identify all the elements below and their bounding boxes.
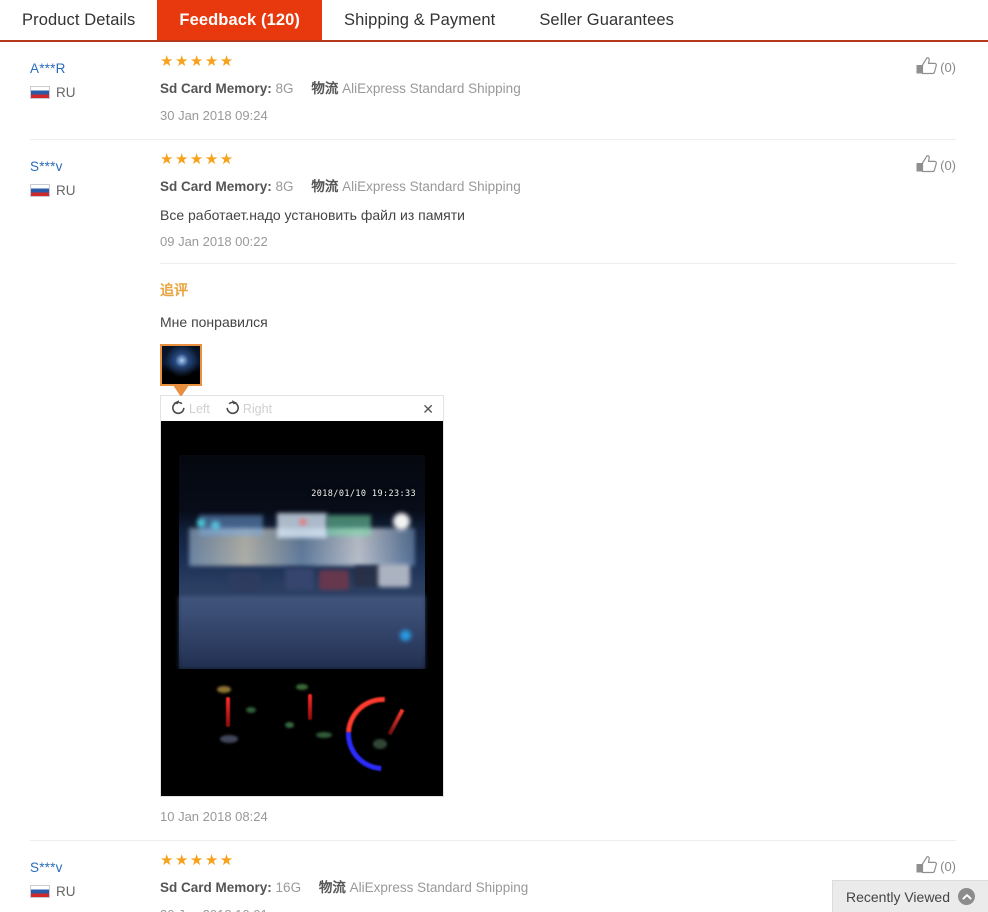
close-icon[interactable]: ✕: [422, 402, 434, 416]
reviewer-country: RU: [30, 85, 160, 100]
rotate-left-icon: [170, 399, 187, 419]
tab-shipping-payment[interactable]: Shipping & Payment: [322, 0, 517, 40]
tab-feedback[interactable]: Feedback (120): [157, 0, 323, 40]
additional-review: 追评 Мне понравился Left Right ✕ 2018/01/1…: [160, 263, 956, 824]
review-attributes: Sd Card Memory: 8G 物流 AliExpress Standar…: [160, 79, 956, 99]
helpful-button[interactable]: (0): [915, 154, 956, 177]
review-item: A***R RU ★★★★★ Sd Card Memory: 8G 物流 Ali…: [30, 42, 956, 140]
reviewer-info: A***R RU: [30, 54, 160, 139]
review-date: 09 Jan 2018 00:22: [160, 234, 268, 250]
car-dashboard-area: [161, 668, 443, 797]
review-item: S***v RU ★★★★★ Sd Card Memory: 8G 物流 Ali…: [30, 140, 956, 842]
helpful-button[interactable]: (0): [915, 56, 956, 79]
rating-stars: ★★★★★: [160, 53, 235, 70]
review-item: S***v RU ★★★★★ Sd Card Memory: 16G 物流 Al…: [30, 841, 956, 912]
logistics-label: 物流: [311, 81, 339, 96]
speedometer-glow: [331, 681, 436, 786]
reviewer-info: S***v RU: [30, 853, 160, 912]
additional-review-title: 追评: [160, 282, 188, 299]
reviewer-country: RU: [30, 183, 160, 198]
helpful-button[interactable]: (0): [915, 855, 956, 878]
feedback-list: A***R RU ★★★★★ Sd Card Memory: 8G 物流 Ali…: [0, 42, 988, 912]
country-code: RU: [56, 884, 76, 900]
reviewer-info: S***v RU: [30, 152, 160, 841]
logistics-value: AliExpress Standard Shipping: [342, 81, 521, 96]
country-code: RU: [56, 182, 76, 198]
reviewer-country: RU: [30, 884, 160, 899]
rating-stars: ★★★★★: [160, 852, 235, 870]
attribute-label: Sd Card Memory:: [160, 81, 272, 96]
reviewer-name-link[interactable]: S***v: [30, 159, 63, 174]
attribute-value: 8G: [275, 81, 294, 96]
attribute-label: Sd Card Memory:: [160, 880, 272, 896]
recently-viewed-label: Recently Viewed: [845, 888, 951, 905]
dashcam-photo-frame: 2018/01/10 19:23:33: [179, 454, 425, 669]
thumbs-up-icon: [915, 855, 939, 878]
thumbs-up-icon: [915, 154, 939, 177]
helpful-count: (0): [940, 157, 956, 173]
additional-review-date: 10 Jan 2018 08:24: [160, 809, 268, 825]
rotate-left-button[interactable]: Left: [170, 399, 210, 419]
review-attributes: Sd Card Memory: 8G 物流 AliExpress Standar…: [160, 177, 956, 197]
review-body: ★★★★★ Sd Card Memory: 8G 物流 AliExpress S…: [160, 152, 956, 841]
review-body: ★★★★★ Sd Card Memory: 8G 物流 AliExpress S…: [160, 54, 956, 139]
rating-stars: ★★★★★: [160, 150, 235, 168]
chevron-up-icon[interactable]: [958, 888, 976, 905]
ru-flag-icon: [30, 86, 50, 99]
rotate-right-icon: [224, 399, 241, 419]
tab-product-details[interactable]: Product Details: [0, 0, 157, 40]
image-viewer-toolbar: Left Right ✕: [161, 396, 443, 422]
thumbnail-image: [162, 346, 200, 385]
review-photo-thumbnail[interactable]: [160, 344, 202, 398]
attribute-label: Sd Card Memory:: [160, 178, 272, 194]
thumbs-up-icon: [915, 56, 939, 79]
logistics-value: AliExpress Standard Shipping: [349, 880, 529, 896]
review-date: 30 Jan 2018 09:24: [160, 107, 268, 123]
ru-flag-icon: [30, 183, 50, 197]
helpful-count: (0): [940, 859, 956, 875]
review-photo-large[interactable]: 2018/01/10 19:23:33: [161, 421, 443, 797]
logistics-label: 物流: [318, 880, 346, 896]
ru-flag-icon: [30, 885, 50, 899]
reviewer-name-link[interactable]: A***R: [30, 61, 66, 76]
tab-seller-guarantees[interactable]: Seller Guarantees: [517, 0, 696, 40]
attribute-value: 16G: [275, 880, 302, 896]
rotate-right-button[interactable]: Right: [224, 399, 272, 419]
reviewer-name-link[interactable]: S***v: [30, 860, 63, 875]
rotate-right-label: Right: [242, 401, 273, 416]
rotate-left-label: Left: [189, 401, 210, 416]
review-text: Все работает.надо установить файл из пам…: [160, 207, 465, 224]
additional-review-text: Мне понравился: [160, 314, 268, 331]
image-viewer: Left Right ✕ 2018/01/10 19:23:33: [160, 395, 444, 798]
helpful-count: (0): [940, 60, 956, 75]
logistics-label: 物流: [311, 178, 339, 194]
logistics-value: AliExpress Standard Shipping: [342, 178, 521, 194]
product-tab-bar: Product Details Feedback (120) Shipping …: [0, 0, 988, 42]
recently-viewed-widget[interactable]: Recently Viewed: [832, 880, 988, 912]
review-photo-thumbnails: [160, 344, 956, 398]
photo-timestamp-overlay: 2018/01/10 19:23:33: [311, 489, 417, 500]
country-code: RU: [56, 85, 76, 100]
attribute-value: 8G: [275, 178, 294, 194]
